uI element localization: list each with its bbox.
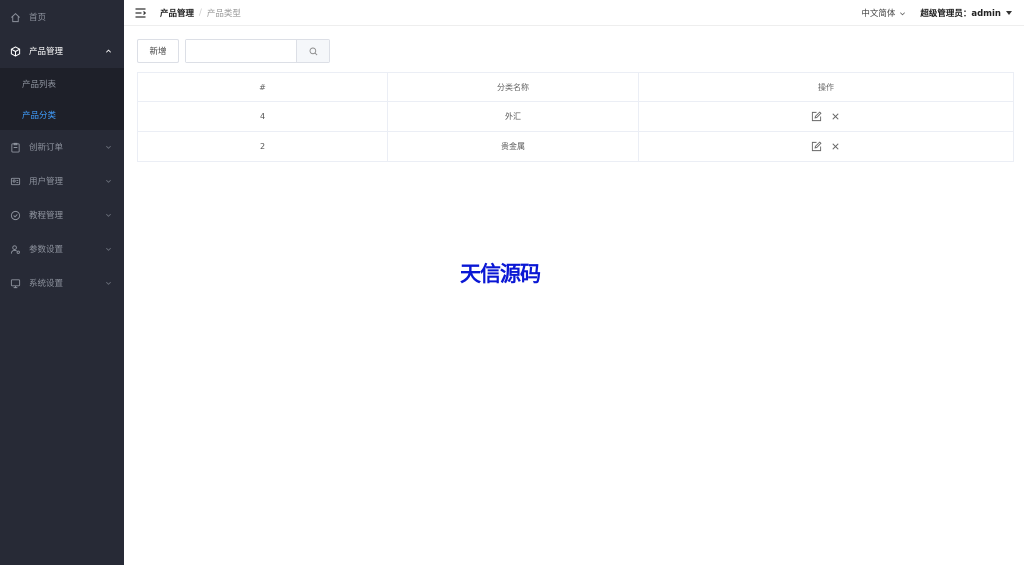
sidebar-item-label: 系统设置	[29, 279, 64, 289]
sidebar-item-label: 参数设置	[29, 245, 64, 255]
sidebar-item-users[interactable]: 用户管理	[0, 164, 124, 198]
sidebar-item-tutorial[interactable]: 教程管理	[0, 198, 124, 232]
close-icon[interactable]	[830, 141, 841, 152]
chevron-down-icon	[106, 145, 111, 149]
edit-icon[interactable]	[811, 111, 822, 122]
cell-name: 贵金属	[387, 131, 639, 162]
caret-down-icon	[1006, 11, 1012, 15]
table-header-row: # 分类名称 操作	[137, 72, 1014, 102]
monitor-icon	[9, 277, 21, 289]
cell-actions	[638, 101, 1014, 132]
header-right: 中文简体 超级管理员：admin	[861, 0, 1012, 26]
column-header-name: 分类名称	[387, 72, 639, 102]
chevron-down-icon	[900, 11, 906, 15]
user-menu[interactable]: 超级管理员：admin	[920, 7, 1012, 19]
cell-id: 4	[137, 101, 388, 132]
sidebar-item-label: 产品管理	[29, 47, 64, 57]
sidebar-item-product-list[interactable]: 产品列表	[0, 68, 124, 99]
sidebar-item-label: 首页	[29, 13, 47, 23]
column-header-actions: 操作	[638, 72, 1014, 102]
chevron-down-icon	[106, 179, 111, 183]
chevron-up-icon	[106, 49, 111, 53]
chevron-down-icon	[106, 247, 111, 251]
language-label: 中文简体	[861, 9, 896, 19]
cell-name: 外汇	[387, 101, 639, 132]
search-button[interactable]	[296, 40, 329, 62]
add-button[interactable]: 新增	[137, 39, 179, 63]
sidebar: 首页 产品管理 产品列表 产品分类 创新订单 用户管理 教程管理 参数设置 系统…	[0, 0, 124, 565]
clipboard-icon	[9, 141, 21, 153]
check-circle-icon	[9, 209, 21, 221]
search-input[interactable]	[186, 40, 296, 62]
table-row: 4 外汇	[137, 101, 1014, 132]
breadcrumb-current: 产品类型	[206, 8, 241, 19]
row-actions	[639, 141, 1013, 152]
sidebar-item-product-category[interactable]: 产品分类	[0, 99, 124, 130]
table-row: 2 贵金属	[137, 131, 1014, 162]
app: 首页 产品管理 产品列表 产品分类 创新订单 用户管理 教程管理 参数设置 系统…	[0, 0, 1024, 565]
sidebar-item-orders[interactable]: 创新订单	[0, 130, 124, 164]
search-box	[185, 39, 330, 63]
breadcrumb-parent[interactable]: 产品管理	[160, 7, 194, 19]
cell-actions	[638, 131, 1014, 162]
sidebar-item-label: 创新订单	[29, 143, 64, 153]
chevron-down-icon	[106, 213, 111, 217]
chevron-down-icon	[106, 281, 111, 285]
breadcrumb-separator: /	[199, 7, 202, 18]
product-submenu: 产品列表 产品分类	[0, 68, 124, 130]
search-icon	[309, 47, 317, 55]
sidebar-item-label: 教程管理	[29, 211, 64, 221]
sidebar-item-label: 用户管理	[29, 177, 64, 187]
breadcrumb: 产品管理 / 产品类型	[160, 7, 241, 19]
home-icon	[9, 11, 21, 23]
category-table: # 分类名称 操作 4 外汇 2 贵金属	[137, 72, 1014, 162]
column-header-id: #	[137, 72, 388, 102]
close-icon[interactable]	[830, 111, 841, 122]
menu-fold-icon[interactable]	[135, 7, 146, 18]
sidebar-item-system[interactable]: 系统设置	[0, 266, 124, 300]
sidebar-item-home[interactable]: 首页	[0, 0, 124, 34]
cube-icon	[9, 45, 21, 57]
language-select[interactable]: 中文简体	[861, 7, 906, 19]
watermark-text: 天信源码	[460, 262, 541, 286]
user-label: 超级管理员：admin	[920, 9, 1001, 19]
cell-id: 2	[137, 131, 388, 162]
user-settings-icon	[9, 243, 21, 255]
sidebar-item-params[interactable]: 参数设置	[0, 232, 124, 266]
user-card-icon	[9, 175, 21, 187]
sidebar-item-product[interactable]: 产品管理	[0, 34, 124, 68]
row-actions	[639, 111, 1013, 122]
edit-icon[interactable]	[811, 141, 822, 152]
top-header: 产品管理 / 产品类型 中文简体 超级管理员：admin	[124, 0, 1024, 26]
